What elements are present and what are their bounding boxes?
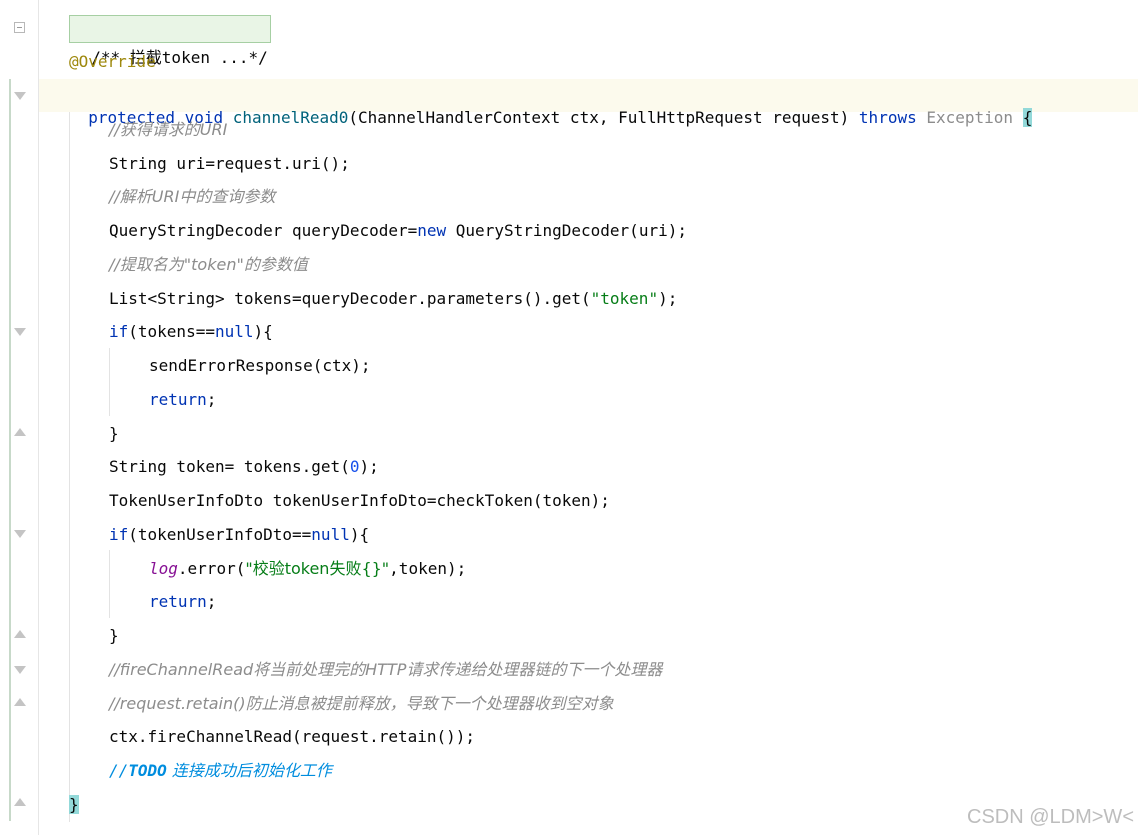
indent-guide — [109, 348, 110, 416]
method-name: channelRead0 — [232, 108, 349, 127]
code-line: log.error("校验token失败{}",token); — [149, 558, 466, 580]
code-text: ){ — [253, 322, 273, 341]
if-keyword: if — [109, 525, 129, 544]
code-text: ){ — [349, 525, 370, 544]
code-line: String token= tokens.get(0); — [109, 456, 379, 478]
code-text: .error( — [177, 559, 246, 578]
folded-javadoc[interactable]: /** 拦截token ...*/ — [69, 15, 271, 67]
exception-type: Exception — [926, 108, 1014, 127]
todo-comment: //TODO 连接成功后初始化工作 — [109, 760, 332, 782]
code-text: String token= tokens.get( — [109, 457, 350, 476]
method-signature: protected void channelRead0(ChannelHandl… — [69, 85, 1033, 127]
new-keyword: new — [417, 221, 447, 240]
code-line: } — [69, 794, 79, 816]
comment-line: //提取名为"token"的参数值 — [109, 255, 308, 274]
log-field: log — [149, 559, 178, 578]
fold-comment2-end-icon[interactable] — [14, 698, 26, 706]
indent-guide — [109, 550, 110, 618]
code-text: QueryStringDecoder queryDecoder= — [109, 221, 418, 240]
fold-method-icon[interactable] — [14, 92, 26, 100]
code-text: ; — [206, 390, 217, 409]
code-text: (tokens== — [128, 322, 215, 341]
code-line: QueryStringDecoder queryDecoder=new Quer… — [109, 220, 687, 242]
fold-comment2-icon[interactable] — [14, 666, 26, 674]
method-params: (ChannelHandlerContext ctx, FullHttpRequ… — [348, 108, 850, 127]
fold-method-end-icon[interactable] — [14, 798, 26, 806]
indent-guide — [69, 112, 70, 822]
code-text: List<String> tokens=queryDecoder.paramet… — [109, 289, 591, 308]
comment-line: //fireChannelRead将当前处理完的HTTP请求传递给处理器链的下一… — [109, 660, 663, 679]
comment-line: //request.retain()防止消息被提前释放，导致下一个处理器收到空对… — [109, 694, 614, 713]
change-marker — [9, 79, 11, 821]
code-text: QueryStringDecoder(uri); — [446, 221, 687, 240]
code-line: } — [109, 626, 119, 645]
return-keyword: return — [149, 592, 207, 611]
string-literal: "token" — [590, 289, 659, 308]
fold-if-icon[interactable] — [14, 328, 26, 336]
code-line: if(tokenUserInfoDto==null){ — [109, 524, 369, 546]
todo-prefix: // — [109, 761, 129, 780]
string-literal: "校验token失败{}" — [245, 559, 390, 578]
if-keyword: if — [109, 322, 129, 341]
fold-if-end-icon[interactable] — [14, 428, 26, 436]
code-text: ; — [206, 592, 217, 611]
code-line: return; — [149, 591, 216, 613]
todo-text: 连接成功后初始化工作 — [166, 761, 332, 780]
comment-line: //获得请求的URI — [109, 120, 228, 139]
code-line: TokenUserInfoDto tokenUserInfoDto=checkT… — [109, 491, 610, 510]
comment-line: //解析URI中的查询参数 — [109, 187, 276, 206]
code-line: } — [109, 424, 119, 443]
return-keyword: return — [149, 390, 207, 409]
code-line: ctx.fireChannelRead(request.retain()); — [109, 727, 476, 746]
todo-keyword: TODO — [128, 761, 167, 780]
code-text: ); — [359, 457, 379, 476]
code-text: ,token); — [389, 559, 467, 578]
watermark: CSDN @LDM>W< — [967, 806, 1134, 828]
editor-gutter — [0, 0, 39, 835]
fold-if2-end-icon[interactable] — [14, 630, 26, 638]
code-line: return; — [149, 389, 216, 411]
null-keyword: null — [214, 322, 254, 341]
code-text: ); — [658, 289, 678, 308]
fold-comment-icon[interactable] — [14, 22, 25, 33]
code-line: List<String> tokens=queryDecoder.paramet… — [109, 288, 677, 310]
code-line: String uri=request.uri(); — [109, 154, 350, 173]
null-keyword: null — [311, 525, 350, 544]
code-line: sendErrorResponse(ctx); — [149, 356, 371, 375]
close-brace-highlight: } — [69, 795, 79, 814]
code-line: if(tokens==null){ — [109, 321, 273, 343]
code-text: (tokenUserInfoDto== — [128, 525, 312, 544]
fold-if2-icon[interactable] — [14, 530, 26, 538]
throws-keyword: throws — [858, 108, 917, 127]
open-brace-highlight: { — [1022, 108, 1033, 127]
override-annotation: @Override — [69, 52, 156, 71]
